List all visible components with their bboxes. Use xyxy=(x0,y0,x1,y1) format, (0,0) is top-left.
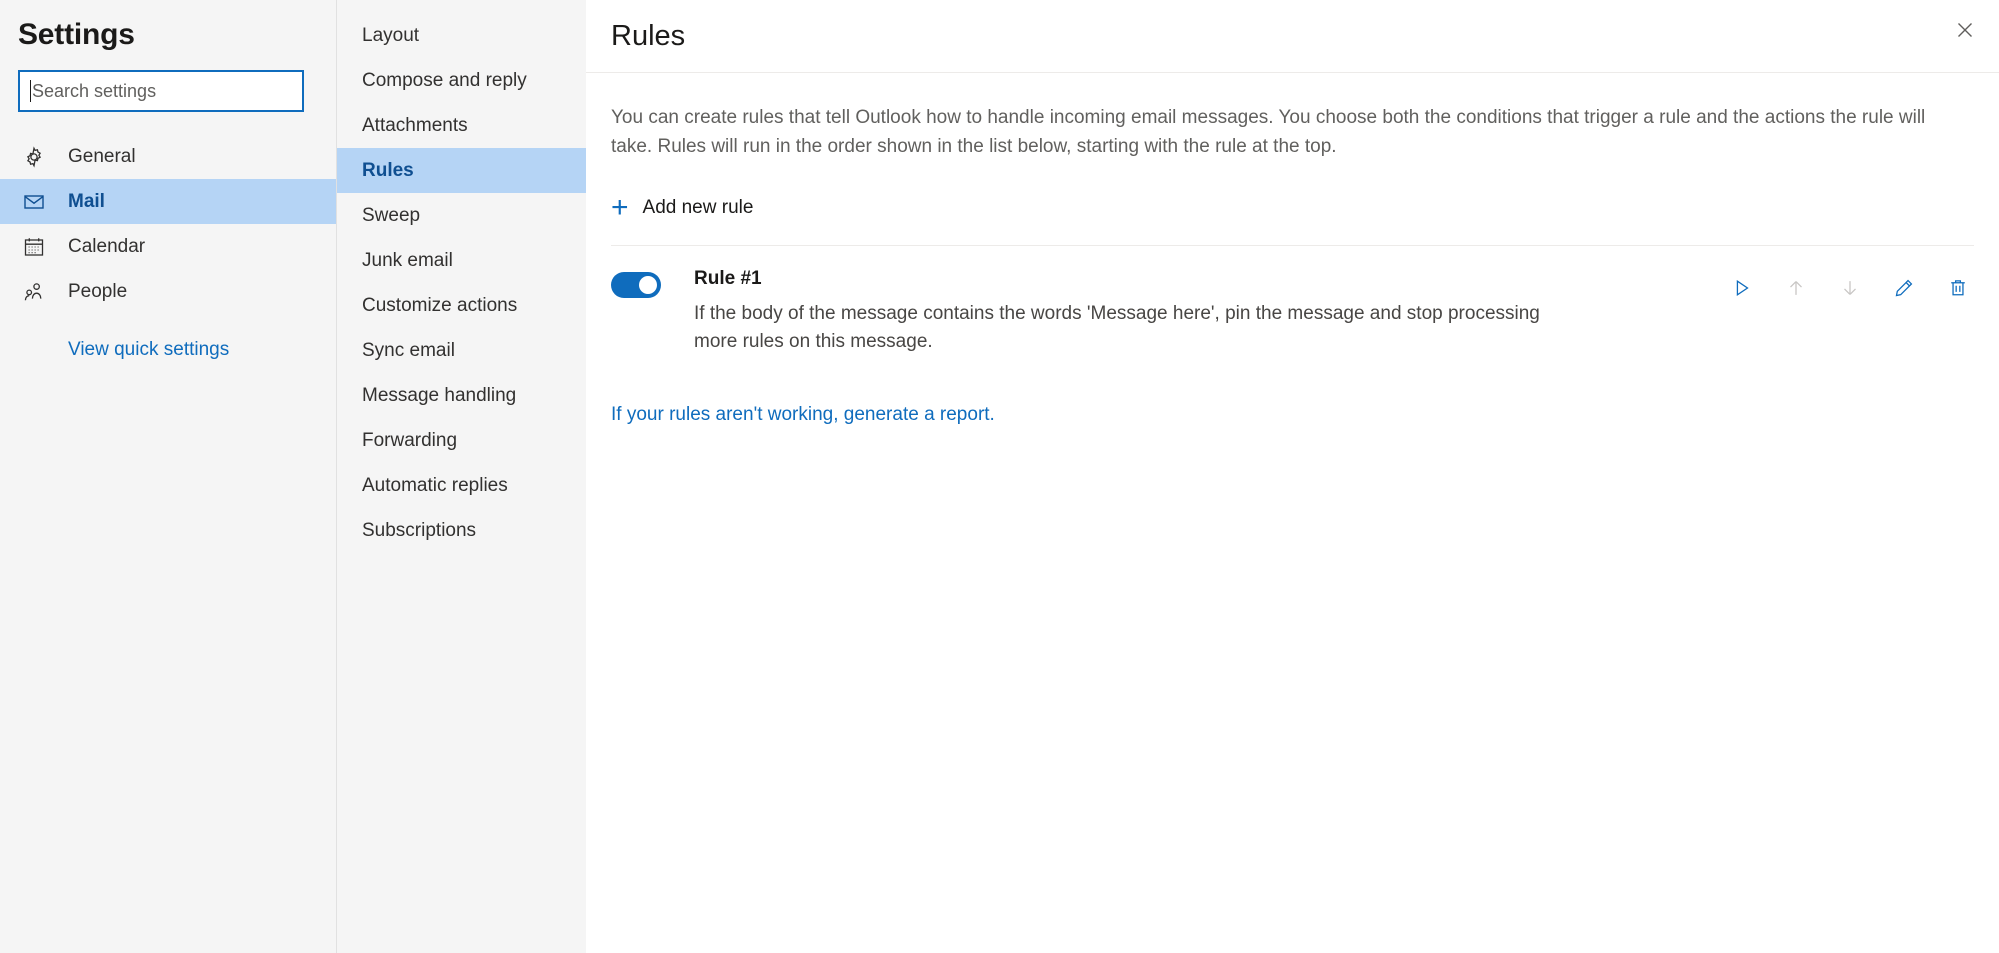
midnav-item-message-handling[interactable]: Message handling xyxy=(337,373,586,418)
midnav-item-forwarding[interactable]: Forwarding xyxy=(337,418,586,463)
sidebar-item-label: Mail xyxy=(68,190,105,212)
edit-rule-button[interactable] xyxy=(1888,274,1920,306)
search-container: Search settings xyxy=(0,52,336,112)
rule-name: Rule #1 xyxy=(694,268,762,289)
midnav-item-attachments[interactable]: Attachments xyxy=(337,103,586,148)
sidebar-item-label: People xyxy=(68,280,128,302)
search-input[interactable]: Search settings xyxy=(18,70,304,112)
sidebar-item-mail[interactable]: Mail xyxy=(0,179,336,224)
sidebar-item-calendar[interactable]: Calendar xyxy=(0,224,336,269)
edit-rule-icon xyxy=(1893,277,1915,304)
calendar-icon xyxy=(22,235,56,259)
rules-list: Rule #1 If the body of the message conta… xyxy=(611,245,1974,374)
sidebar-item-label: Calendar xyxy=(68,235,146,257)
midnav-item-sync-email[interactable]: Sync email xyxy=(337,328,586,373)
rule-text-block: Rule #1 If the body of the message conta… xyxy=(694,268,1574,356)
search-placeholder: Search settings xyxy=(32,81,157,101)
sidebar-nav: General Mail Calendar People xyxy=(0,134,336,314)
rule-description: If the body of the message contains the … xyxy=(694,303,1540,352)
close-button[interactable] xyxy=(1943,10,1987,54)
pane-title: Rules xyxy=(611,19,686,52)
close-icon xyxy=(1953,18,1977,47)
pane-header: Rules xyxy=(586,0,1999,73)
mail-settings-nav: Layout Compose and reply Attachments Rul… xyxy=(336,0,586,953)
move-down-icon xyxy=(1839,277,1861,304)
midnav-item-junk-email[interactable]: Junk email xyxy=(337,238,586,283)
plus-icon: + xyxy=(611,191,629,224)
run-rule-icon xyxy=(1731,277,1753,304)
rule-enabled-toggle[interactable] xyxy=(611,272,661,298)
sidebar-item-label: General xyxy=(68,145,136,167)
settings-dialog: Settings Search settings General Mail Ca… xyxy=(0,0,1999,953)
envelope-icon xyxy=(22,190,56,214)
sidebar-item-general[interactable]: General xyxy=(0,134,336,179)
run-rule-button[interactable] xyxy=(1726,274,1758,306)
sidebar-item-people[interactable]: People xyxy=(0,269,336,314)
delete-rule-icon xyxy=(1947,277,1969,304)
midnav-item-sweep[interactable]: Sweep xyxy=(337,193,586,238)
move-up-icon xyxy=(1785,277,1807,304)
rule-actions xyxy=(1726,274,1974,306)
generate-report-link[interactable]: If your rules aren't working, generate a… xyxy=(611,404,995,426)
midnav-item-customize-actions[interactable]: Customize actions xyxy=(337,283,586,328)
midnav-item-layout[interactable]: Layout xyxy=(337,13,586,58)
add-new-rule-button[interactable]: + Add new rule xyxy=(611,193,753,223)
midnav-item-automatic-replies[interactable]: Automatic replies xyxy=(337,463,586,508)
delete-rule-button[interactable] xyxy=(1942,274,1974,306)
add-new-rule-label: Add new rule xyxy=(642,197,754,218)
pane-body: You can create rules that tell Outlook h… xyxy=(586,73,1999,426)
rules-pane: Rules You can create rules that tell Out… xyxy=(586,0,1999,953)
view-quick-settings-link[interactable]: View quick settings xyxy=(0,339,336,361)
people-icon xyxy=(22,280,56,304)
midnav-item-subscriptions[interactable]: Subscriptions xyxy=(337,508,586,553)
toggle-knob xyxy=(639,276,657,294)
rule-row: Rule #1 If the body of the message conta… xyxy=(611,246,1974,374)
settings-sidebar: Settings Search settings General Mail Ca… xyxy=(0,0,336,953)
page-title: Settings xyxy=(18,18,135,51)
gear-icon xyxy=(22,145,56,169)
move-rule-up-button[interactable] xyxy=(1780,274,1812,306)
rules-description: You can create rules that tell Outlook h… xyxy=(611,107,1926,157)
midnav-item-compose-and-reply[interactable]: Compose and reply xyxy=(337,58,586,103)
midnav-item-rules[interactable]: Rules xyxy=(337,148,586,193)
move-rule-down-button[interactable] xyxy=(1834,274,1866,306)
text-caret xyxy=(30,80,31,102)
